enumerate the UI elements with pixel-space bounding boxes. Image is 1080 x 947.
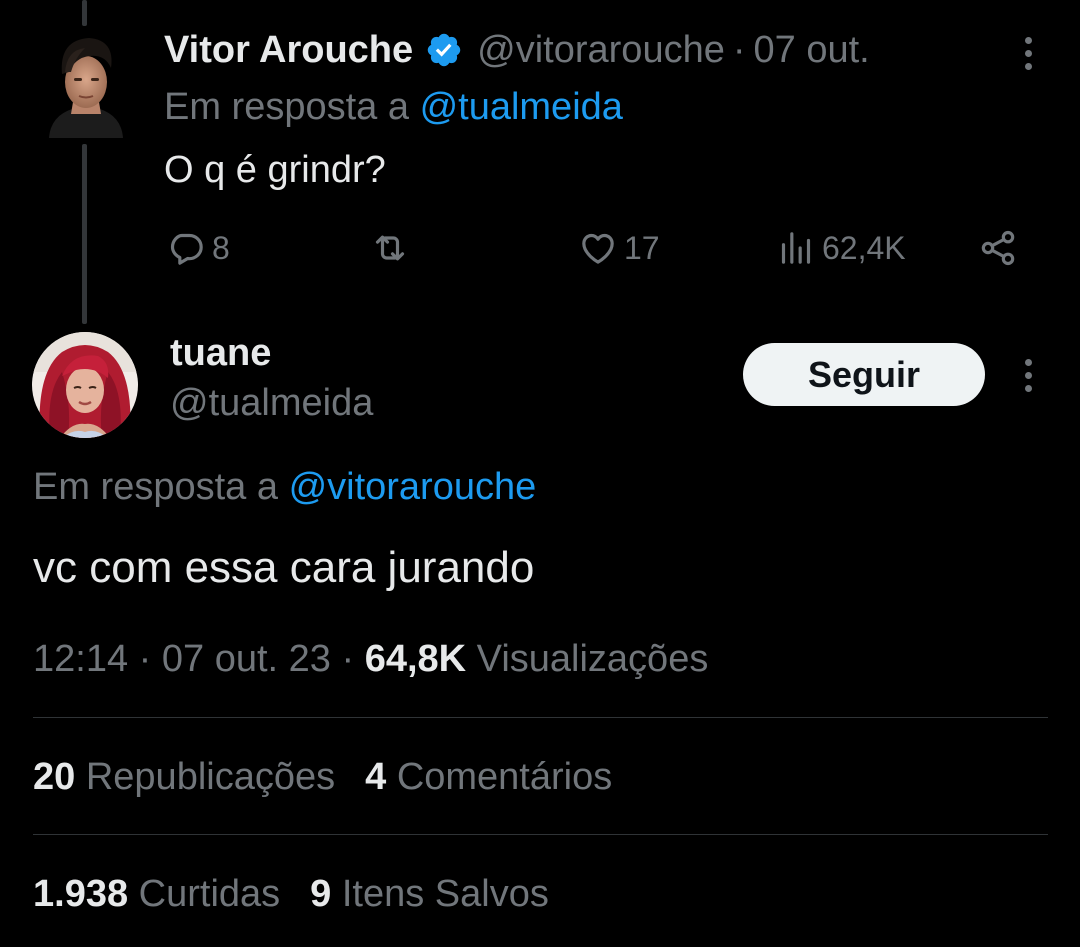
- tweet-time[interactable]: 12:14: [33, 638, 128, 680]
- separator-dot: ·: [138, 638, 152, 680]
- share-button[interactable]: [978, 222, 1018, 274]
- reply-count: 8: [212, 229, 230, 266]
- replying-to-line: Em resposta a @tualmeida: [164, 86, 623, 129]
- tweet-action-bar: 8 17 62,4K: [164, 222, 1034, 274]
- share-icon: [981, 230, 1015, 266]
- follow-button[interactable]: Seguir: [743, 343, 985, 406]
- saves-count: 9: [310, 873, 332, 915]
- thread-line-top: [82, 0, 87, 26]
- author-name[interactable]: tuane: [170, 332, 271, 375]
- views-label: Visualizações: [476, 638, 709, 680]
- views-count: 62,4K: [822, 229, 906, 266]
- avatar-tuane[interactable]: [32, 332, 138, 438]
- reply-icon: [170, 233, 203, 265]
- saves-label: Itens Salvos: [341, 873, 549, 915]
- replying-to-line: Em resposta a @vitorarouche: [33, 466, 536, 509]
- saves-stat[interactable]: 9 Itens Salvos: [310, 873, 549, 915]
- engagement-stats-row: 1.938 Curtidas 9 Itens Salvos: [33, 873, 549, 916]
- author-handle[interactable]: @tualmeida: [170, 382, 373, 425]
- likes-label: Curtidas: [138, 873, 281, 915]
- more-options-icon[interactable]: [1010, 30, 1046, 76]
- author-handle[interactable]: @vitorarouche: [477, 29, 725, 72]
- reposts-stat[interactable]: 20 Republicações: [33, 756, 335, 798]
- parent-tweet-header: Vitor Arouche @vitorarouche · 07 out.: [164, 26, 870, 74]
- comments-stat[interactable]: 4 Comentários: [365, 756, 612, 798]
- replying-prefix: Em resposta a: [164, 86, 409, 128]
- replying-mention-link[interactable]: @tualmeida: [420, 86, 623, 128]
- retweet-icon: [375, 235, 405, 261]
- comments-label: Comentários: [396, 756, 613, 798]
- replying-prefix: Em resposta a: [33, 466, 278, 508]
- comments-count: 4: [365, 756, 387, 798]
- verified-badge-icon[interactable]: [425, 31, 463, 69]
- views-count[interactable]: 64,8K: [365, 638, 466, 680]
- tweet-date[interactable]: 07 out.: [754, 29, 870, 72]
- likes-count: 1.938: [33, 873, 129, 915]
- divider: [33, 717, 1048, 718]
- views-icon: [781, 232, 811, 264]
- likes-stat[interactable]: 1.938 Curtidas: [33, 873, 280, 915]
- reply-button[interactable]: 8: [166, 222, 230, 274]
- author-name[interactable]: Vitor Arouche: [164, 29, 413, 72]
- reposts-label: Republicações: [85, 756, 336, 798]
- like-icon: [582, 233, 614, 264]
- retweet-button[interactable]: [370, 222, 410, 274]
- engagement-stats-row: 20 Republicações 4 Comentários: [33, 756, 612, 799]
- tweet-detail-page: Vitor Arouche @vitorarouche · 07 out. Em…: [0, 0, 1080, 947]
- main-tweet-text: vc com essa cara jurando: [33, 543, 535, 592]
- tweet-date[interactable]: 07 out. 23: [162, 638, 331, 680]
- reposts-count: 20: [33, 756, 76, 798]
- like-count: 17: [624, 229, 660, 266]
- replying-mention-link[interactable]: @vitorarouche: [289, 466, 537, 508]
- separator-dot: ·: [341, 638, 355, 680]
- thread-connector-line: [82, 144, 87, 324]
- views-button[interactable]: 62,4K: [776, 222, 906, 274]
- divider: [33, 834, 1048, 835]
- avatar-vitor[interactable]: [45, 32, 127, 138]
- parent-tweet-text: O q é grindr?: [164, 149, 386, 191]
- separator-dot: ·: [732, 28, 746, 71]
- tweet-meta-line: 12:14 · 07 out. 23 · 64,8K Visualizações: [33, 638, 708, 681]
- like-button[interactable]: 17: [578, 222, 660, 274]
- more-options-icon[interactable]: [1010, 352, 1046, 398]
